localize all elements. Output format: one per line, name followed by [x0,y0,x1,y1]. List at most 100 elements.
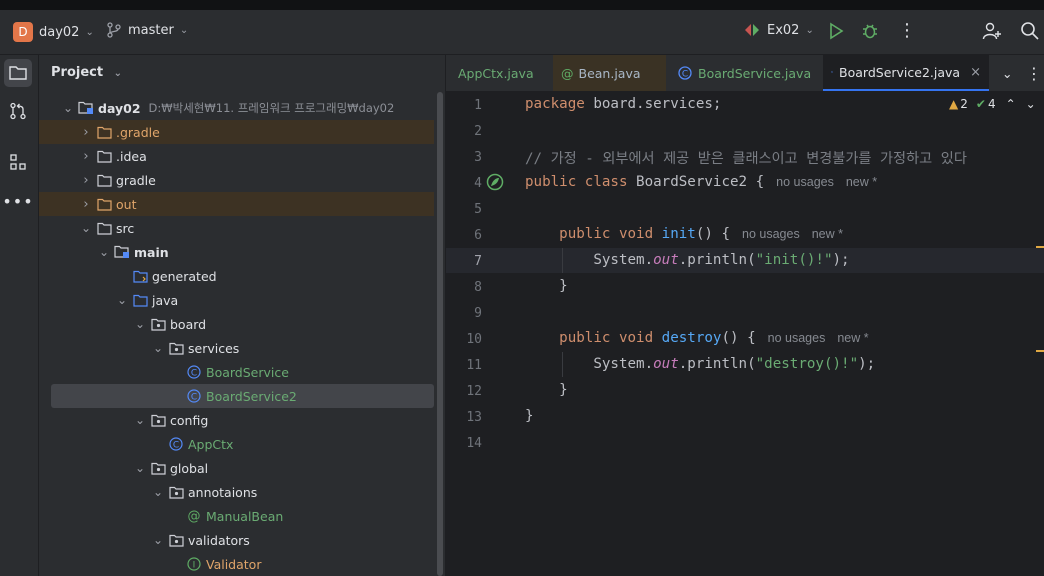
code-line-12[interactable]: } [525,382,568,398]
line-number[interactable]: 6 [446,228,482,243]
code-text: .println( [678,356,756,372]
debug-button[interactable] [861,22,879,40]
line-number[interactable]: 14 [446,436,482,451]
run-button[interactable] [827,22,845,40]
author-hint[interactable]: new * [846,175,877,189]
project-tool-button[interactable] [4,59,32,87]
line-number[interactable]: 8 [446,280,482,295]
tree-item[interactable]: @ ManualBean [39,504,434,528]
chevron-down-icon[interactable]: ⌄ [115,293,129,307]
code-line-10[interactable]: public void destroy() {no usages new * [525,330,868,346]
chevron-down-icon[interactable]: ⌄ [97,245,111,259]
line-number[interactable]: 5 [446,202,482,217]
inspection-widget[interactable]: ▲ 2 ✔ 4 ⌃ ⌄ [949,97,1036,111]
bean-gutter-icon [486,173,504,191]
usage-hint[interactable]: no usages [742,227,800,241]
code-text: System. [593,252,654,268]
chevron-right-icon[interactable]: › [79,125,93,140]
author-hint[interactable]: new * [837,331,868,345]
search-button[interactable] [1020,21,1040,41]
editor-more-icon[interactable]: ⋮ [1018,55,1042,91]
tab-boardservice[interactable]: C BoardService.java [670,55,820,91]
run-config-selector[interactable]: Ex02 ⌄ [743,22,814,38]
chevron-down-icon[interactable]: ⌄ [151,485,165,499]
tree-item[interactable]: I Validator [39,552,434,576]
tree-item[interactable]: ⌄ day02 D:₩박세현₩11. 프레임워크 프로그래밍₩day02 [39,96,434,120]
code-text: } [559,278,568,294]
usage-hint[interactable]: no usages [768,331,826,345]
chevron-down-icon[interactable]: ⌄ [61,101,75,115]
tree-item[interactable]: › .idea [39,144,434,168]
tree-item[interactable]: C BoardService [39,360,434,384]
chevron-down-icon[interactable]: ⌄ [1026,97,1036,111]
tab-boardservice2[interactable]: C BoardService2.java × [823,55,989,91]
chevron-down-icon[interactable]: ⌄ [79,221,93,235]
tree-item[interactable]: C AppCtx [39,432,434,456]
gutter-bean-icon[interactable] [486,173,504,195]
code-line-3[interactable]: // 가정 - 외부에서 제공 받은 클래스이고 변경불가를 가정하고 있다 [525,148,967,168]
tree-item[interactable]: ⌄ validators [39,528,434,552]
tree-item[interactable]: ⌄ annotaions [39,480,434,504]
line-number[interactable]: 3 [446,150,482,165]
chevron-down-icon[interactable]: ⌄ [133,461,147,475]
project-tree-scrollbar[interactable] [437,92,443,576]
line-number[interactable]: 10 [446,332,482,347]
chevron-right-icon[interactable]: › [79,173,93,188]
warning-stripe-marker[interactable] [1036,246,1044,248]
code-line-13[interactable]: } [525,408,534,424]
tab-list-dropdown[interactable]: ⌄ [994,55,1016,91]
code-line-6[interactable]: public void init() {no usages new * [525,226,843,242]
line-number[interactable]: 7 [446,254,482,269]
chevron-up-icon[interactable]: ⌃ [1006,97,1016,111]
tree-item[interactable]: C BoardService2 [51,384,434,408]
author-hint[interactable]: new * [812,227,843,241]
line-number[interactable]: 11 [446,358,482,373]
project-panel-title[interactable]: Project ⌄ [51,65,122,80]
line-number[interactable]: 2 [446,124,482,139]
code-line-8[interactable]: } [525,278,568,294]
code-line-4[interactable]: public class BoardService2 {no usages new… [525,174,877,190]
project-switcher[interactable]: D day02 ⌄ [13,22,94,42]
code-line-1[interactable]: package board.services; [525,96,721,112]
tree-item[interactable]: › .gradle [39,120,434,144]
code-text: () { [695,226,731,242]
close-icon[interactable]: × [970,65,981,80]
chevron-down-icon[interactable]: ⌄ [133,413,147,427]
tree-item[interactable]: ⌄ services [39,336,434,360]
line-number[interactable]: 4 [446,176,482,191]
tree-item[interactable]: ⌄ main [39,240,434,264]
tab-bean[interactable]: @ Bean.java [553,55,666,91]
tree-item[interactable]: ⌄ board [39,312,434,336]
more-tools-icon[interactable]: ••• [2,187,32,215]
chevron-down-icon[interactable]: ⌄ [133,317,147,331]
usage-hint[interactable]: no usages [776,175,834,189]
tree-item[interactable]: ⌄ global [39,456,434,480]
add-user-button[interactable] [982,21,1002,41]
line-number[interactable]: 1 [446,98,482,113]
tree-item[interactable]: ⌄ src [39,216,434,240]
warning-stripe-marker[interactable] [1036,350,1044,352]
commit-tool-button[interactable] [4,97,32,125]
code-text: .println( [678,252,756,268]
chevron-right-icon[interactable]: › [79,149,93,164]
tree-item[interactable]: › out [39,192,434,216]
tree-item[interactable]: › gradle [39,168,434,192]
tab-appctx[interactable]: AppCtx.java [446,55,550,91]
structure-tool-button[interactable] [4,148,32,176]
chevron-right-icon[interactable]: › [79,197,93,212]
chevron-down-icon[interactable]: ⌄ [151,341,165,355]
code-line-11[interactable]: System.out.println("destroy()!"); [525,356,875,372]
line-number[interactable]: 12 [446,384,482,399]
chevron-down-icon[interactable]: ⌄ [151,533,165,547]
more-actions-icon[interactable]: ⋮ [898,20,916,41]
tree-item[interactable]: generated [39,264,434,288]
folder-icon [96,172,112,188]
line-number[interactable]: 13 [446,410,482,425]
tree-item-label: board [170,316,207,332]
tree-item[interactable]: ⌄ config [39,408,434,432]
tree-item[interactable]: ⌄ java [39,288,434,312]
code-line-7[interactable]: System.out.println("init()!"); [525,252,849,268]
line-number[interactable]: 9 [446,306,482,321]
vcs-branch-switcher[interactable]: master ⌄ [106,22,188,38]
tree-item-label: ManualBean [206,508,284,524]
